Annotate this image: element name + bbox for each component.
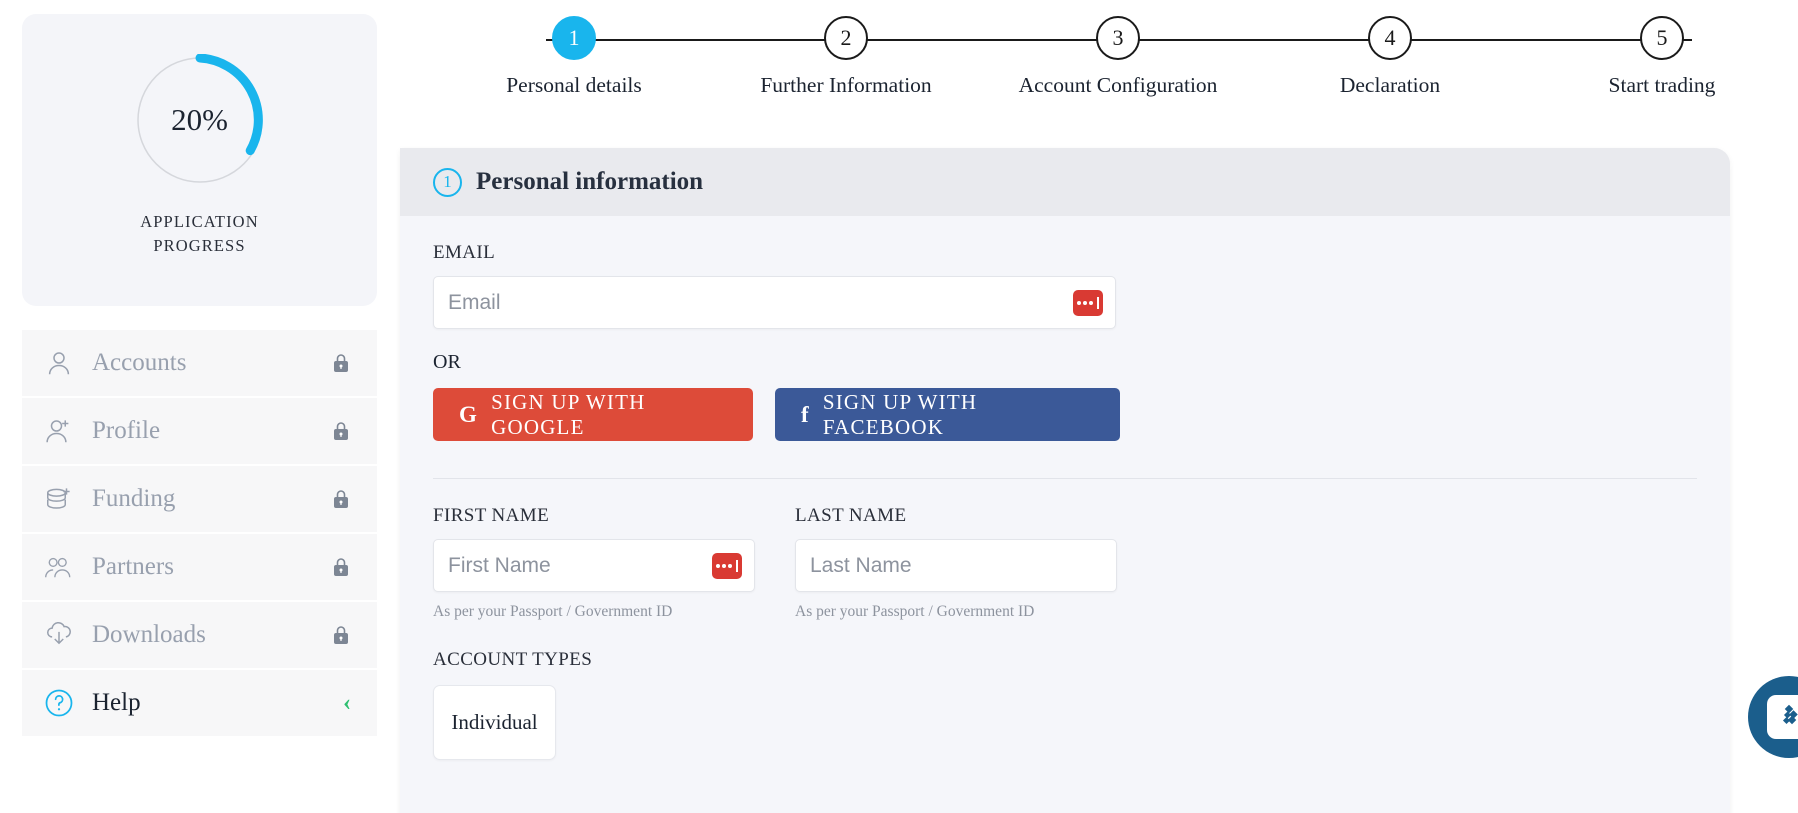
question-circle-icon bbox=[44, 688, 84, 718]
social-signup-row: G SIGN UP WITH GOOGLE f SIGN UP WITH FAC… bbox=[433, 388, 1697, 441]
password-manager-icon[interactable] bbox=[712, 552, 742, 579]
step-label: Personal details bbox=[506, 73, 642, 97]
chevron-left-icon[interactable]: ‹ bbox=[343, 691, 351, 715]
account-type-label: Individual bbox=[451, 710, 538, 734]
sidebar-item-downloads[interactable]: Downloads bbox=[22, 602, 377, 668]
lock-icon bbox=[331, 488, 351, 510]
card-header-number: 1 bbox=[433, 167, 462, 197]
step-label: Account Configuration bbox=[1018, 73, 1218, 97]
cloud-download-icon bbox=[44, 620, 84, 650]
sidebar-item-label: Funding bbox=[92, 485, 176, 512]
sidebar-item-label: Partners bbox=[92, 553, 174, 580]
step-number: 3 bbox=[1096, 16, 1140, 60]
users-icon bbox=[44, 552, 84, 582]
email-input[interactable]: Email bbox=[433, 276, 1116, 329]
personal-information-card: 1 Personal information EMAIL Email OR G … bbox=[400, 148, 1730, 813]
account-types-group: ACCOUNT TYPES Individual bbox=[433, 649, 1697, 760]
progress-ring: 20% bbox=[134, 54, 266, 186]
step-number: 1 bbox=[552, 16, 596, 60]
last-name-label: LAST NAME bbox=[795, 505, 907, 526]
signup-google-label: SIGN UP WITH GOOGLE bbox=[491, 389, 646, 439]
lock-icon bbox=[331, 624, 351, 646]
sidebar-item-label: Help bbox=[92, 689, 141, 716]
application-progress-card: 20% APPLICATION PROGRESS bbox=[22, 14, 377, 306]
step-personal-details[interactable]: 1 Personal details bbox=[438, 16, 710, 98]
email-label: EMAIL bbox=[433, 242, 496, 263]
card-header-title: Personal information bbox=[476, 168, 704, 195]
last-name-group: LAST NAME Last Name As per your Passport… bbox=[795, 505, 1117, 621]
signup-facebook-button[interactable]: f SIGN UP WITH FACEBOOK bbox=[775, 388, 1120, 441]
first-name-input[interactable]: First Name bbox=[433, 539, 755, 592]
progress-stepper: 1 Personal details 2 Further Information… bbox=[438, 0, 1798, 110]
last-name-helper: As per your Passport / Government ID bbox=[795, 603, 1035, 620]
signup-google-button[interactable]: G SIGN UP WITH GOOGLE bbox=[433, 388, 753, 441]
step-account-configuration[interactable]: 3 Account Configuration bbox=[982, 16, 1254, 98]
chat-widget-icon bbox=[1767, 695, 1798, 739]
step-further-information[interactable]: 2 Further Information bbox=[710, 16, 982, 98]
section-divider bbox=[433, 478, 1697, 479]
lock-icon bbox=[331, 352, 351, 374]
step-number: 2 bbox=[824, 16, 868, 60]
google-icon: G bbox=[459, 401, 479, 427]
first-name-helper: As per your Passport / Government ID bbox=[433, 603, 673, 620]
progress-caption-line2: PROGRESS bbox=[153, 236, 246, 255]
step-label: Further Information bbox=[760, 73, 932, 97]
sidebar-item-label: Accounts bbox=[92, 349, 187, 376]
progress-percent: 20% bbox=[171, 102, 228, 137]
step-number: 5 bbox=[1640, 16, 1684, 60]
sidebar-item-funding[interactable]: Funding bbox=[22, 466, 377, 532]
coins-plus-icon bbox=[44, 484, 84, 514]
step-declaration[interactable]: 4 Declaration bbox=[1254, 16, 1526, 98]
or-separator-label: OR bbox=[433, 351, 461, 373]
account-types-label: ACCOUNT TYPES bbox=[433, 649, 593, 670]
first-name-group: FIRST NAME First Name As per your Passpo… bbox=[433, 505, 755, 621]
step-number: 4 bbox=[1368, 16, 1412, 60]
email-placeholder: Email bbox=[448, 290, 501, 314]
lock-icon bbox=[331, 420, 351, 442]
sidebar-item-label: Profile bbox=[92, 417, 161, 444]
sidebar-item-help[interactable]: Help ‹ bbox=[22, 670, 377, 736]
last-name-input[interactable]: Last Name bbox=[795, 539, 1117, 592]
main-content: 1 Personal details 2 Further Information… bbox=[400, 0, 1798, 813]
progress-caption: APPLICATION PROGRESS bbox=[22, 210, 377, 258]
lock-icon bbox=[331, 556, 351, 578]
progress-caption-line1: APPLICATION bbox=[140, 212, 259, 231]
account-type-individual[interactable]: Individual bbox=[433, 685, 556, 760]
step-start-trading[interactable]: 5 Start trading bbox=[1526, 16, 1798, 98]
card-header: 1 Personal information bbox=[400, 148, 1730, 216]
password-manager-icon[interactable] bbox=[1073, 289, 1103, 316]
sidebar: 20% APPLICATION PROGRESS Accounts Profil… bbox=[0, 0, 400, 813]
first-name-placeholder: First Name bbox=[448, 553, 551, 577]
signup-facebook-label: SIGN UP WITH FACEBOOK bbox=[822, 389, 978, 439]
sidebar-item-profile[interactable]: Profile bbox=[22, 398, 377, 464]
chat-widget-button[interactable] bbox=[1748, 676, 1798, 758]
sidebar-item-label: Downloads bbox=[92, 621, 206, 648]
name-fields-row: FIRST NAME First Name As per your Passpo… bbox=[433, 505, 1697, 621]
facebook-icon: f bbox=[801, 401, 810, 427]
user-plus-icon bbox=[44, 416, 84, 446]
page-root: 20% APPLICATION PROGRESS Accounts Profil… bbox=[0, 0, 1798, 813]
first-name-label: FIRST NAME bbox=[433, 505, 550, 526]
sidebar-nav: Accounts Profile Funding Partners Downlo… bbox=[22, 330, 377, 738]
user-icon bbox=[44, 348, 84, 378]
card-body: EMAIL Email OR G SIGN UP WITH GOOGLE f S… bbox=[400, 216, 1730, 760]
step-label: Declaration bbox=[1339, 73, 1441, 97]
last-name-placeholder: Last Name bbox=[810, 553, 912, 577]
sidebar-item-accounts[interactable]: Accounts bbox=[22, 330, 377, 396]
sidebar-item-partners[interactable]: Partners bbox=[22, 534, 377, 600]
step-label: Start trading bbox=[1608, 73, 1716, 97]
